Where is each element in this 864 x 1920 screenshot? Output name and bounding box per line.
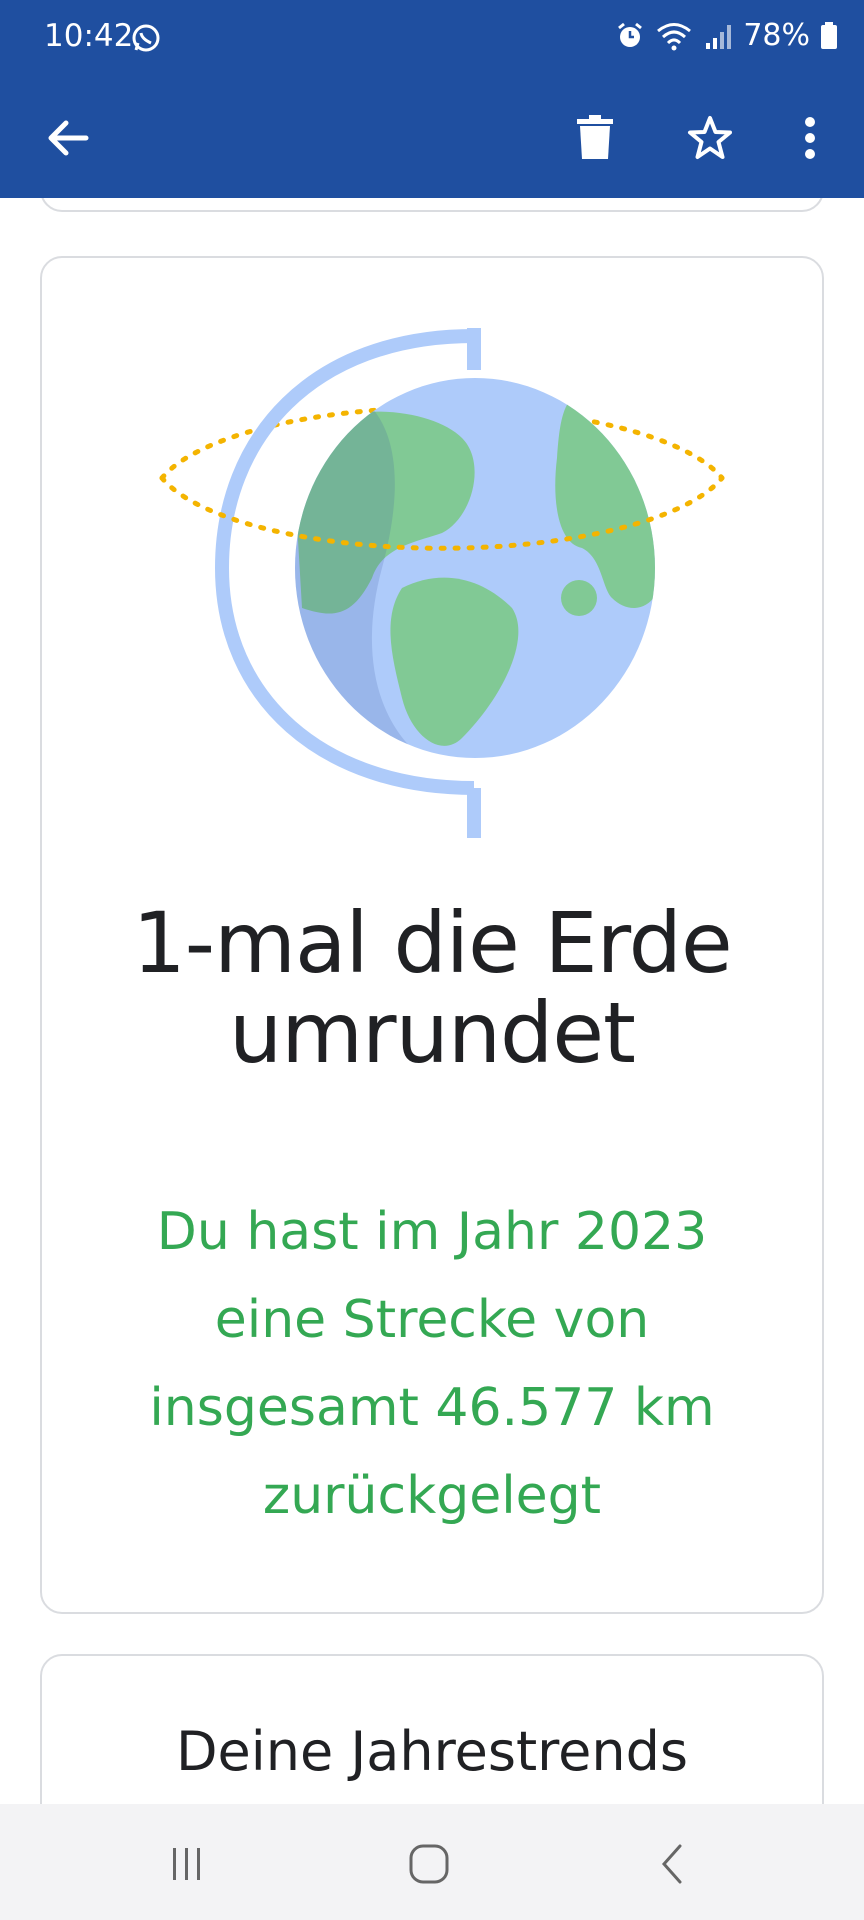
system-nav-bar bbox=[0, 1804, 864, 1920]
star-icon bbox=[688, 116, 732, 159]
battery-percent: 78% bbox=[743, 18, 810, 53]
delete-icon bbox=[577, 115, 613, 159]
globe-illustration bbox=[159, 328, 725, 838]
delete-button[interactable] bbox=[563, 106, 627, 170]
status-time: 10:42 bbox=[44, 18, 134, 54]
status-bar: 10:42 78% bbox=[0, 0, 864, 80]
previous-card bbox=[40, 198, 824, 212]
back-icon bbox=[661, 1844, 682, 1884]
status-icons: 78% bbox=[615, 18, 838, 53]
nav-back-button[interactable] bbox=[643, 1834, 703, 1894]
home-icon bbox=[409, 1844, 449, 1884]
wifi-icon bbox=[657, 22, 692, 50]
distance-summary: Du hast im Jahr 2023 eine Strecke von in… bbox=[149, 1202, 715, 1526]
annual-trends-card: Deine Jahrestrends bbox=[40, 1654, 824, 1804]
content-scroll-area[interactable]: 1-mal die Erde umrundet Du hast im Jahr … bbox=[0, 198, 864, 1804]
home-button[interactable] bbox=[399, 1834, 459, 1894]
alarm-icon bbox=[618, 22, 643, 47]
recents-button[interactable] bbox=[157, 1834, 217, 1894]
back-button[interactable] bbox=[36, 106, 100, 170]
recents-icon bbox=[173, 1848, 200, 1880]
more-vert-icon bbox=[805, 117, 815, 159]
star-button[interactable] bbox=[678, 106, 742, 170]
app-bar bbox=[0, 80, 864, 198]
trends-title: Deine Jahrestrends bbox=[175, 1720, 689, 1783]
headline: 1-mal die Erde umrundet bbox=[132, 894, 732, 1082]
battery-icon bbox=[821, 21, 837, 49]
more-options-button[interactable] bbox=[778, 106, 842, 170]
whatsapp-icon bbox=[132, 24, 160, 52]
earth-orbit-card: 1-mal die Erde umrundet Du hast im Jahr … bbox=[40, 256, 824, 1614]
back-arrow-icon bbox=[48, 120, 89, 156]
signal-icon bbox=[706, 24, 732, 49]
